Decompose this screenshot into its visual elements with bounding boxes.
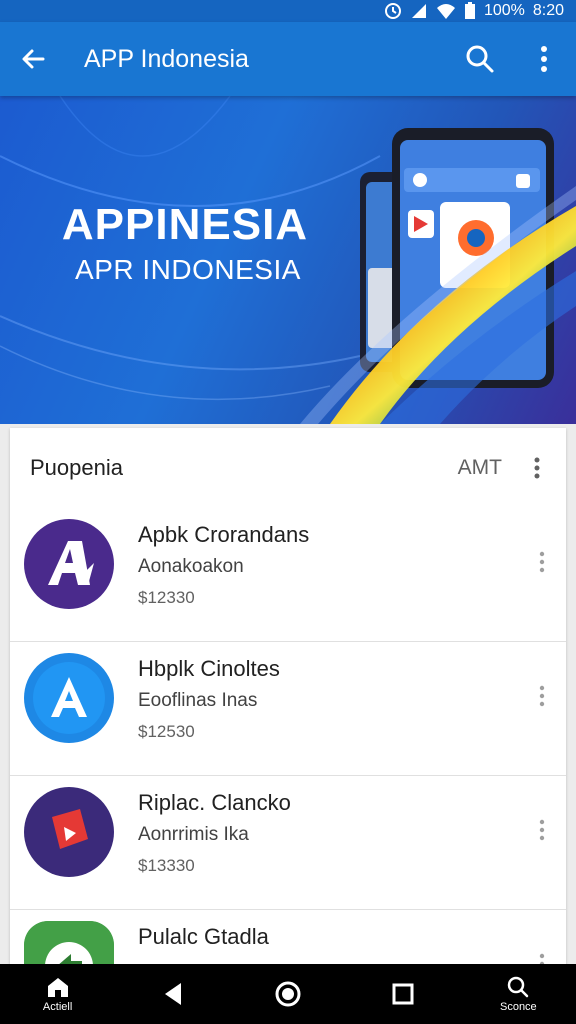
system-nav-bar: Actiell Sconce <box>0 964 576 1024</box>
clock-time: 8:20 <box>532 2 564 19</box>
list-item[interactable]: Riplac. Clancko Aonrrimis Ika $13330 <box>10 776 566 910</box>
app-price: $12530 <box>138 722 195 741</box>
item-menu-button[interactable] <box>528 678 556 714</box>
app-developer: Aonrrimis Ika <box>138 824 249 845</box>
battery-icon <box>464 2 476 20</box>
app-developer: Eooflinas Inas <box>138 690 258 711</box>
app-bar-title: APP Indonesia <box>84 44 249 73</box>
battery-text: 100% <box>483 2 525 19</box>
app-price: $12330 <box>138 588 195 607</box>
section-action-link[interactable]: AMT <box>458 456 502 480</box>
more-vertical-icon <box>539 819 545 841</box>
list-item[interactable]: Apbk Crorandans Aonakoakon $12330 <box>10 508 566 642</box>
apbk-app-icon <box>24 519 114 609</box>
section-header: Puopenia AMT <box>10 428 566 508</box>
search-icon <box>508 976 529 998</box>
app-name: Riplac. Clancko <box>138 790 291 815</box>
item-menu-button[interactable] <box>528 544 556 580</box>
promo-banner[interactable]: APPINESIA APR INDONESIA <box>0 96 576 424</box>
overflow-menu-button[interactable] <box>512 22 576 96</box>
status-bar: 100% 8:20 <box>0 0 576 22</box>
banner-title: APPINESIA <box>61 200 309 249</box>
list-item[interactable]: Pulalc Gtadla <box>10 910 566 968</box>
more-vertical-icon <box>539 685 545 707</box>
search-button[interactable] <box>448 22 512 96</box>
alarm-icon <box>384 2 402 20</box>
nav-home-tab[interactable]: Actiell <box>18 964 98 1024</box>
video-play-icon <box>24 787 114 877</box>
app-name: Apbk Crorandans <box>138 522 310 547</box>
nav-recents-button[interactable] <box>363 964 443 1024</box>
app-name: Pulalc Gtadla <box>138 924 269 949</box>
list-item[interactable]: Hbplk Cinoltes Eooflinas Inas $12530 <box>10 642 566 776</box>
home-icon <box>47 978 68 997</box>
nav-search-tab[interactable]: Sconce <box>478 964 558 1024</box>
more-vertical-icon <box>534 457 540 479</box>
item-menu-button[interactable] <box>528 812 556 848</box>
more-vertical-icon <box>541 46 547 72</box>
app-developer: Aonakoakon <box>138 556 244 577</box>
app-store-a-icon <box>24 653 114 743</box>
back-button[interactable] <box>0 22 66 96</box>
app-list-card: Puopenia AMT Apbk Crorandans Aonakoakon … <box>10 428 566 968</box>
signal-icon <box>410 2 428 20</box>
section-title: Puopenia <box>30 455 123 480</box>
nav-home-label: Actiell <box>42 1001 73 1013</box>
wifi-icon <box>436 2 456 20</box>
nav-home-button[interactable] <box>248 964 328 1024</box>
app-name: Hbplk Cinoltes <box>138 656 280 681</box>
banner-subtitle: APR INDONESIA <box>75 254 301 285</box>
triangle-back-icon <box>164 983 181 1005</box>
nav-back-button[interactable] <box>133 964 213 1024</box>
nav-search-label: Sconce <box>499 1001 537 1013</box>
green-arrow-icon <box>24 921 114 968</box>
section-menu-button[interactable] <box>520 451 554 485</box>
app-price: $13330 <box>138 856 195 875</box>
app-bar: APP Indonesia <box>0 22 576 96</box>
square-recents-icon <box>392 983 414 1005</box>
search-icon <box>466 45 494 73</box>
back-arrow-icon <box>22 49 45 69</box>
more-vertical-icon <box>539 551 545 573</box>
circle-home-icon <box>275 981 301 1007</box>
